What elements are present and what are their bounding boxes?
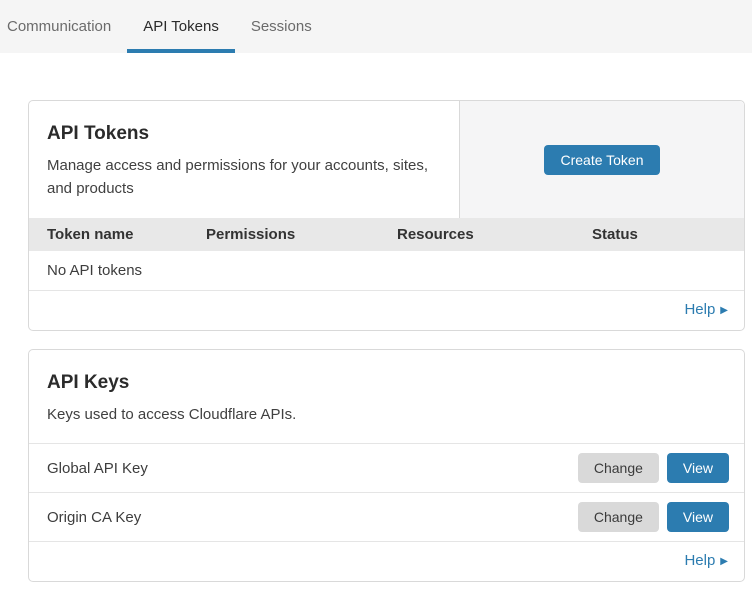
api-tokens-title: API Tokens [47,123,441,145]
token-table-header: Token name Permissions Resources Status [29,218,744,251]
view-global-api-key-button[interactable]: View [667,453,729,483]
api-keys-title: API Keys [47,372,726,394]
api-keys-help-link[interactable]: Help ▶ [684,552,728,569]
column-header-permissions: Permissions [206,226,397,243]
api-keys-card-header: API Keys Keys used to access Cloudflare … [29,350,744,444]
api-tokens-header-text: API Tokens Manage access and permissions… [29,101,460,218]
main-content: API Tokens Manage access and permissions… [28,53,745,582]
column-header-resources: Resources [397,226,592,243]
triangle-right-icon: ▶ [720,556,728,567]
column-header-status: Status [592,226,744,243]
api-tokens-card-footer: Help ▶ [29,291,744,330]
triangle-right-icon: ▶ [720,305,728,316]
origin-ca-key-actions: Change View [578,502,729,532]
tab-sessions[interactable]: Sessions [235,0,328,53]
api-tokens-action-area: Create Token [460,101,744,218]
help-link-label: Help [684,301,715,318]
change-global-api-key-button[interactable]: Change [578,453,659,483]
global-api-key-label: Global API Key [47,460,148,477]
tab-communication[interactable]: Communication [0,0,127,53]
origin-ca-key-label: Origin CA Key [47,509,141,526]
tab-api-tokens[interactable]: API Tokens [127,0,235,53]
tab-bar: Communication API Tokens Sessions [0,0,752,53]
origin-ca-key-row: Origin CA Key Change View [29,493,744,542]
global-api-key-row: Global API Key Change View [29,444,744,493]
global-api-key-actions: Change View [578,453,729,483]
empty-tokens-message: No API tokens [47,262,142,279]
api-tokens-description: Manage access and permissions for your a… [47,154,432,200]
empty-tokens-row: No API tokens [29,251,744,291]
api-tokens-help-link[interactable]: Help ▶ [684,301,728,318]
api-tokens-card: API Tokens Manage access and permissions… [28,100,745,331]
change-origin-ca-key-button[interactable]: Change [578,502,659,532]
api-keys-card: API Keys Keys used to access Cloudflare … [28,349,745,582]
help-link-label: Help [684,552,715,569]
column-header-token-name: Token name [47,226,206,243]
api-keys-description: Keys used to access Cloudflare APIs. [47,403,726,426]
api-tokens-card-header: API Tokens Manage access and permissions… [29,101,744,218]
api-keys-card-footer: Help ▶ [29,542,744,581]
create-token-button[interactable]: Create Token [544,145,659,175]
view-origin-ca-key-button[interactable]: View [667,502,729,532]
